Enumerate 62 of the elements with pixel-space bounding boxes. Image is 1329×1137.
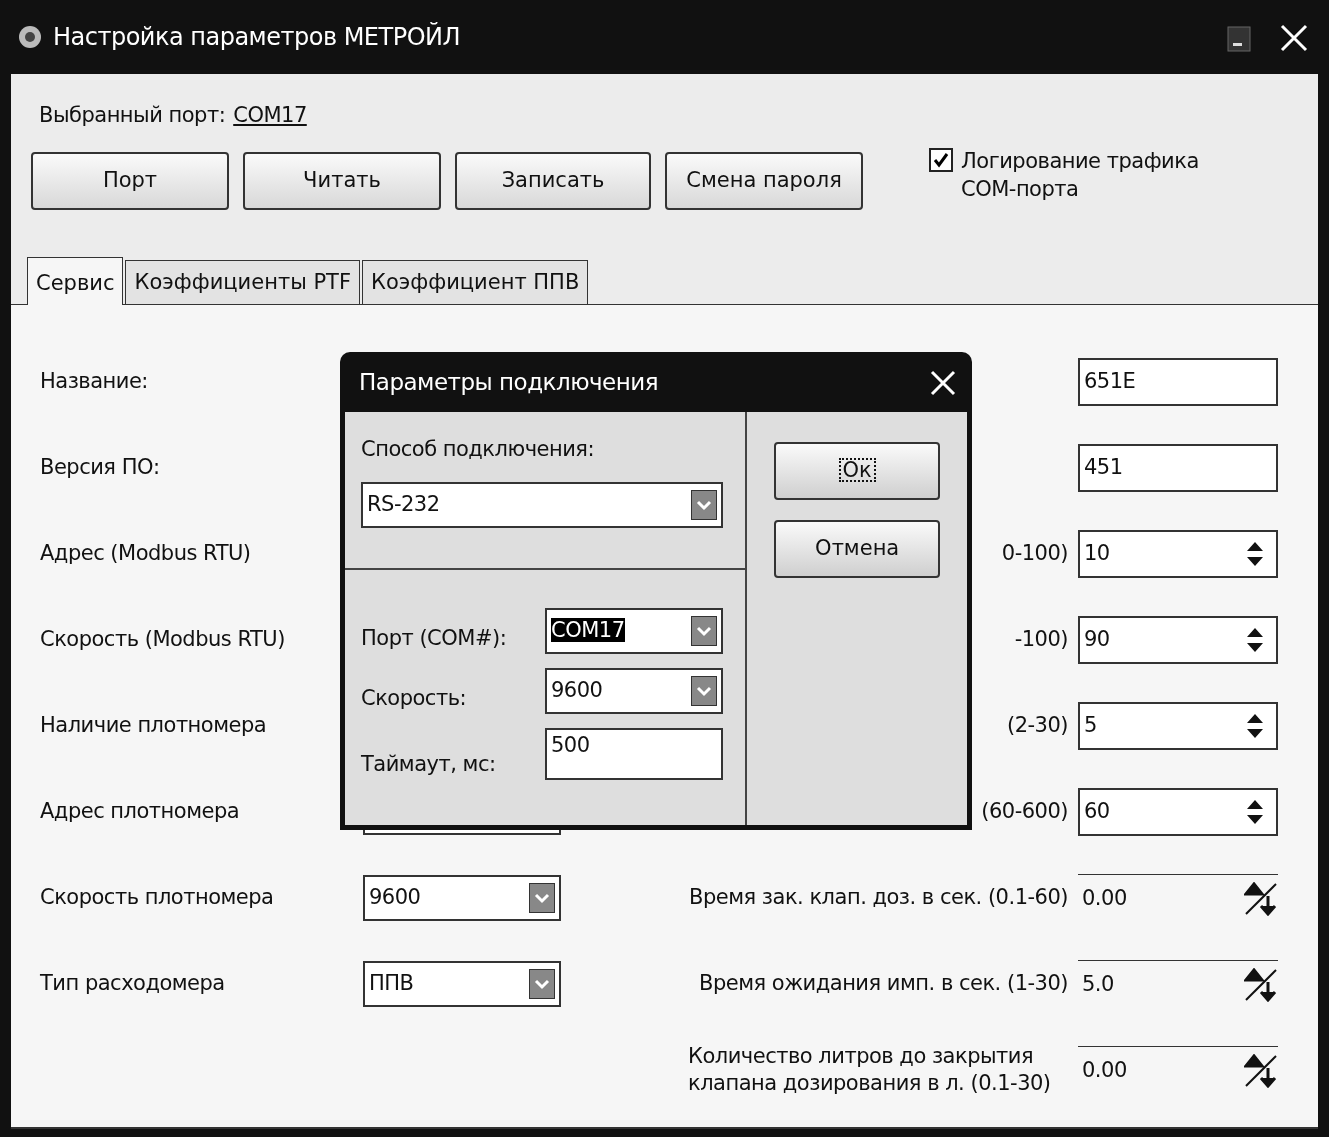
- field-label: Тип расходомера: [40, 970, 226, 998]
- field-label: Количество литров до закрытия клапана дозирования в л. (0.1-30): [688, 1042, 1052, 1097]
- numeric-field[interactable]: 0.00: [1078, 874, 1278, 922]
- toolbar-button[interactable]: Читать: [243, 151, 441, 210]
- tab[interactable]: Сервис: [27, 256, 124, 305]
- combo-box[interactable]: 9600: [363, 875, 561, 921]
- field-label: Скорость (Modbus RTU): [40, 626, 286, 654]
- field-label: (2-30): [1006, 712, 1068, 740]
- spin-field[interactable]: 5: [1078, 702, 1278, 750]
- spin-arrows-icon[interactable]: [1246, 626, 1264, 654]
- window-title: Настройка параметров МЕТРОЙЛ: [53, 21, 462, 53]
- toolbar-button[interactable]: Записать: [455, 151, 651, 210]
- field-label: Скорость плотномера: [40, 884, 275, 912]
- dialog-button[interactable]: Ок: [774, 442, 941, 500]
- updown-arrows-icon[interactable]: [1244, 967, 1278, 1002]
- spin-arrows-icon[interactable]: [1246, 540, 1264, 568]
- numeric-field[interactable]: 5.0: [1078, 960, 1278, 1008]
- field-label: Время зак. клап. доз. в сек. (0.1-60): [689, 884, 1068, 912]
- field-label: Порт (COM#):: [361, 624, 508, 652]
- text-field[interactable]: 651E: [1078, 358, 1278, 406]
- tab[interactable]: Коэффициент ППВ: [362, 259, 589, 304]
- updown-arrows-icon[interactable]: [1244, 881, 1278, 916]
- updown-arrows-icon[interactable]: [1244, 1053, 1278, 1088]
- port-label: Выбранный порт:: [39, 102, 226, 129]
- field-label: Способ подключения:: [361, 436, 596, 463]
- checkbox[interactable]: [929, 148, 953, 173]
- field-label: Время ожидания имп. в сек. (1-30): [699, 970, 1068, 998]
- field-label: Адрес плотномера: [40, 798, 241, 826]
- field-label: 0-100): [1001, 540, 1068, 568]
- dialog-title: Параметры подключения: [359, 367, 659, 397]
- checkbox-label: Логирование трафика COM-порта: [961, 148, 1200, 203]
- spin-arrows-icon[interactable]: [1246, 798, 1264, 826]
- combo-box[interactable]: ППВ: [363, 961, 561, 1007]
- tab[interactable]: Коэффициенты PTF: [125, 259, 360, 304]
- toolbar-button[interactable]: Порт: [31, 151, 229, 210]
- numeric-field[interactable]: 0.00: [1078, 1046, 1278, 1094]
- field-label: -100): [1014, 626, 1068, 654]
- combo-value: RS-232: [367, 491, 440, 516]
- combo-box[interactable]: RS-232: [361, 481, 724, 528]
- field-label: Версия ПО:: [40, 454, 161, 482]
- dialog-button[interactable]: Отмена: [774, 520, 941, 578]
- combo-value: ППВ: [369, 971, 414, 996]
- combo-box[interactable]: COM17: [545, 608, 723, 654]
- field-label: Таймаут, мс:: [361, 750, 497, 778]
- field-label: Адрес (Modbus RTU): [40, 540, 252, 568]
- spin-arrows-icon[interactable]: [1246, 712, 1264, 740]
- field-label: Наличие плотномера: [40, 712, 268, 740]
- spin-field[interactable]: 10: [1078, 530, 1278, 578]
- combo-value: 9600: [369, 885, 421, 910]
- toolbar-button[interactable]: Смена пароля: [665, 151, 863, 210]
- combo-value: 9600: [551, 678, 603, 703]
- spin-field[interactable]: 60: [1078, 788, 1278, 836]
- combo-box[interactable]: 9600: [545, 668, 723, 714]
- spin-field[interactable]: 90: [1078, 616, 1278, 664]
- text-field[interactable]: 451: [1078, 444, 1278, 492]
- combo-value: COM17: [551, 618, 625, 643]
- app-icon: [17, 24, 43, 50]
- text-field[interactable]: 500: [545, 728, 723, 780]
- field-label: Скорость:: [361, 684, 468, 712]
- field-label: Название:: [40, 368, 149, 396]
- port-link[interactable]: COM17: [233, 100, 307, 132]
- field-label: (60-600): [981, 798, 1068, 826]
